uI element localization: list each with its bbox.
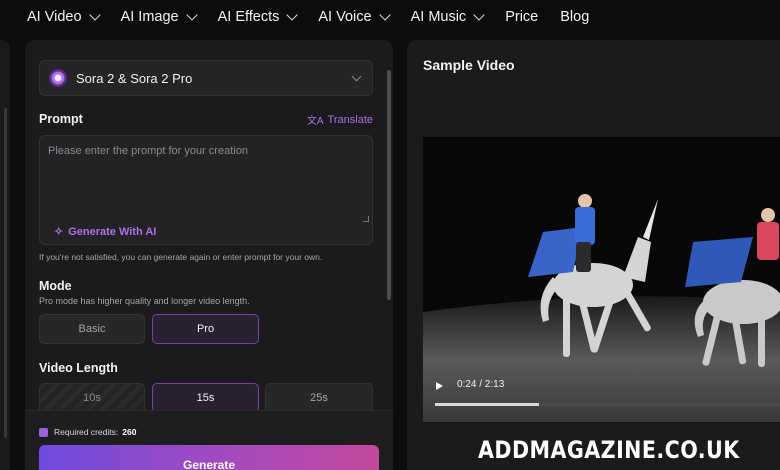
nav-ai-voice-label: AI Voice — [318, 9, 372, 25]
nav-ai-effects-label: AI Effects — [217, 9, 280, 25]
mode-pro-button[interactable]: Pro — [152, 314, 259, 344]
sample-video-title: Sample Video — [423, 57, 515, 73]
length-25s-label: 25s — [310, 392, 328, 404]
play-icon[interactable] — [436, 382, 443, 390]
chevron-down-icon — [185, 9, 198, 21]
side-scrollbar[interactable] — [4, 108, 7, 438]
top-nav: AI Video AI Image AI Effects AI Voice AI… — [0, 0, 780, 34]
mode-basic-label: Basic — [78, 323, 106, 335]
length-10s-label: 10s — [83, 392, 101, 404]
translate-icon: 文A — [306, 116, 324, 127]
prompt-hint: If you're not satisfied, you can generat… — [39, 252, 323, 262]
model-select[interactable]: Sora 2 & Sora 2 Pro — [39, 60, 373, 96]
translate-label: Translate — [327, 113, 373, 126]
video-progress-bar[interactable] — [435, 403, 780, 406]
generate-with-ai-label: Generate With AI — [68, 225, 157, 238]
mode-pro-label: Pro — [196, 323, 215, 335]
generate-button[interactable]: Generate — [39, 445, 379, 470]
nav-ai-music-label: AI Music — [410, 9, 467, 25]
nav-price-label: Price — [505, 9, 539, 25]
length-10s-button[interactable]: 10s — [39, 383, 145, 413]
nav-ai-video-label: AI Video — [27, 9, 82, 25]
prompt-input[interactable]: Please enter the prompt for your creatio… — [39, 135, 373, 245]
credits-icon — [39, 427, 48, 437]
chevron-down-icon — [351, 71, 362, 82]
nav-blog-label: Blog — [560, 9, 590, 25]
magic-wand-icon: ✧ — [54, 226, 64, 238]
mode-label: Mode — [39, 279, 72, 293]
nav-price[interactable]: Price — [505, 9, 538, 25]
credits-value: 260 — [122, 427, 137, 437]
length-15s-label: 15s — [196, 392, 215, 404]
prompt-label: Prompt — [39, 112, 83, 126]
model-selected-value: Sora 2 & Sora 2 Pro — [76, 70, 193, 86]
video-time: 0:24 / 2:13 — [457, 379, 505, 390]
resize-handle-icon[interactable] — [363, 216, 369, 222]
generate-with-ai-button[interactable]: ✧ Generate With AI — [54, 225, 157, 239]
length-25s-button[interactable]: 25s — [265, 383, 373, 413]
video-progress-fill — [435, 403, 539, 406]
watermark: ADDMAGAZINE.CO.UK — [478, 436, 740, 464]
generator-panel: Sora 2 & Sora 2 Pro Prompt 文A Translate … — [25, 40, 393, 470]
video-length-label: Video Length — [39, 361, 118, 375]
mode-description: Pro mode has higher quality and longer v… — [39, 296, 250, 306]
credits-label: Required credits: — [54, 427, 119, 437]
nav-ai-image-label: AI Image — [120, 9, 179, 25]
generate-button-label: Generate — [182, 458, 236, 470]
panel-scrollbar[interactable] — [387, 70, 391, 300]
required-credits: Required credits: 260 — [39, 427, 136, 437]
nav-ai-effects[interactable]: AI Effects — [217, 9, 299, 25]
mode-basic-button[interactable]: Basic — [39, 314, 145, 344]
chevron-down-icon — [286, 9, 299, 21]
prompt-placeholder: Please enter the prompt for your creatio… — [48, 145, 248, 157]
chevron-down-icon — [473, 9, 485, 21]
nav-ai-music[interactable]: AI Music — [410, 9, 485, 25]
translate-button[interactable]: 文A Translate — [306, 112, 373, 128]
side-panel-edge — [0, 40, 10, 470]
openai-logo-icon — [49, 69, 67, 87]
sample-video-player[interactable]: 0:24 / 2:13 — [423, 137, 780, 422]
nav-ai-video[interactable]: AI Video — [27, 9, 101, 25]
nav-blog[interactable]: Blog — [560, 9, 589, 25]
chevron-down-icon — [378, 9, 391, 21]
generate-bar: Required credits: 260 Generate — [25, 410, 393, 470]
sample-panel: Sample Video 0:24 / 2:13 — [407, 40, 780, 470]
nav-ai-voice[interactable]: AI Voice — [318, 9, 391, 25]
nav-ai-image[interactable]: AI Image — [120, 9, 198, 25]
chevron-down-icon — [88, 9, 101, 21]
video-controls: 0:24 / 2:13 — [423, 367, 780, 422]
length-15s-button[interactable]: 15s — [152, 383, 259, 413]
